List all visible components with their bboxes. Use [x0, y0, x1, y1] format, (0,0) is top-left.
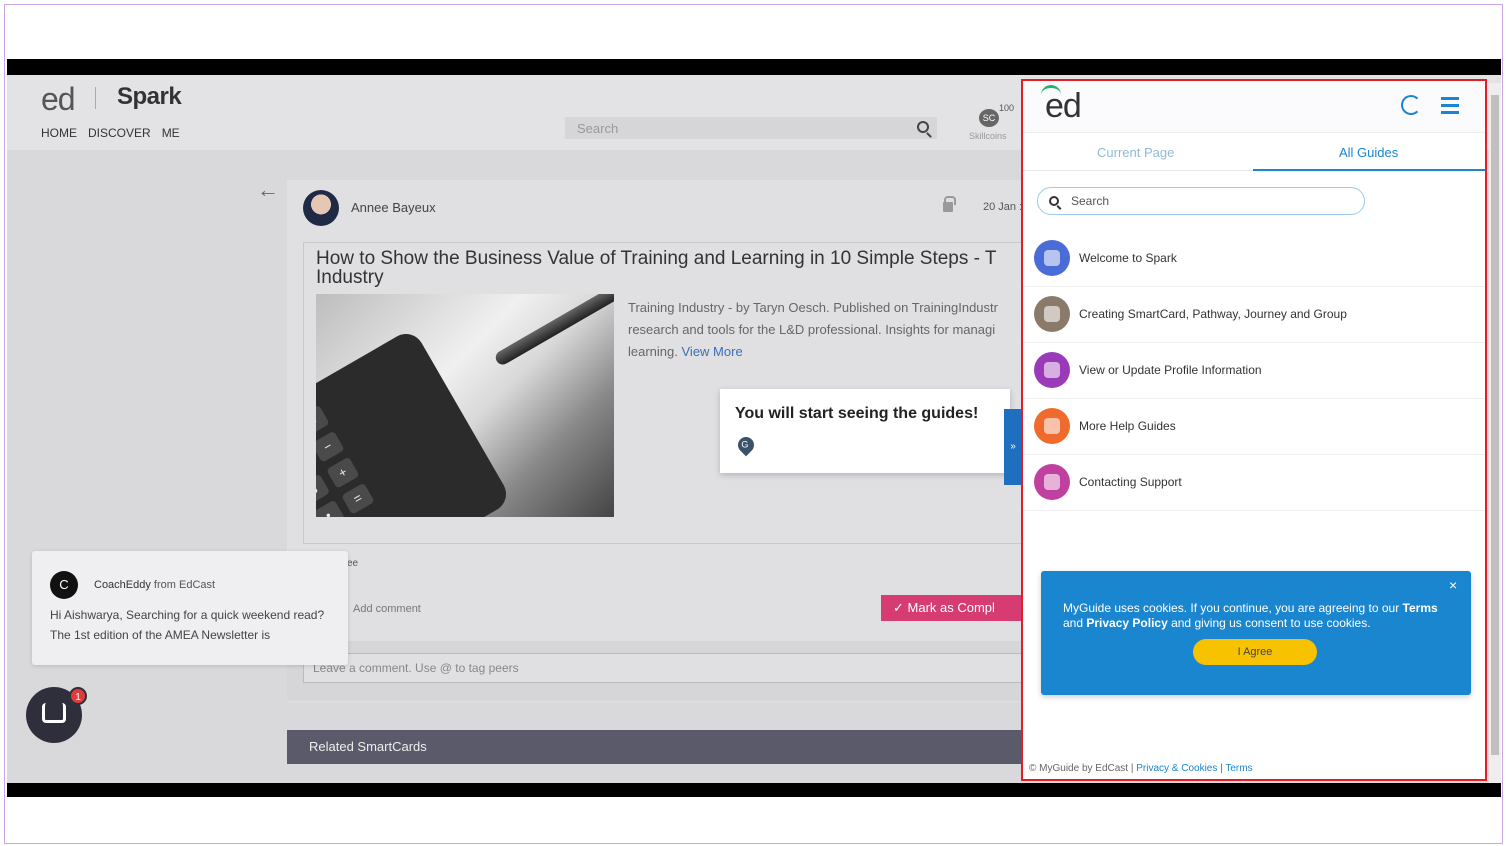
ed-logo[interactable]: ed — [41, 81, 76, 118]
comment-section: Leave a comment. Use @ to tag peers — [287, 641, 1027, 701]
chat-unread-badge: 1 — [69, 687, 87, 705]
agree-button[interactable]: I Agree — [1193, 639, 1317, 665]
refresh-icon[interactable] — [1401, 95, 1421, 115]
guide-item-welcome[interactable]: Welcome to Spark — [1023, 231, 1485, 287]
search-icon — [1049, 196, 1059, 206]
privacy-policy-link[interactable]: Privacy Policy — [1086, 616, 1167, 630]
guide-icon — [1034, 464, 1070, 500]
skillcoins-count: 100 — [999, 103, 1015, 113]
view-more-link[interactable]: View More — [682, 344, 743, 359]
skillcoins-icon: SC — [979, 109, 999, 127]
lock-icon — [943, 196, 956, 212]
chat-message-preview[interactable]: C CoachEddy from EdCast Hi Aishwarya, Se… — [32, 551, 348, 665]
coach-avatar: C — [50, 571, 78, 599]
guide-item-creating-smartcard[interactable]: Creating SmartCard, Pathway, Journey and… — [1023, 287, 1485, 343]
chat-sender-suffix: from EdCast — [150, 579, 216, 591]
chat-launcher-button[interactable]: 1 — [26, 687, 87, 743]
close-icon[interactable]: × — [1449, 577, 1457, 593]
chat-icon — [42, 703, 66, 723]
cookie-banner: × MyGuide uses cookies. If you continue,… — [1041, 571, 1471, 695]
video-letterbox-top — [7, 59, 1501, 75]
guide-label: More Help Guides — [1079, 419, 1176, 433]
screenshot-frame: ed Spark HOME DISCOVER ME Search SC 100 … — [4, 4, 1503, 844]
guide-list: Welcome to Spark Creating SmartCard, Pat… — [1023, 231, 1485, 511]
guide-label: Creating SmartCard, Pathway, Journey and… — [1079, 307, 1347, 321]
pen-illustration — [493, 294, 614, 368]
guide-search-input[interactable]: Search — [1037, 187, 1365, 215]
myguide-pin-icon: G — [734, 433, 758, 457]
search-placeholder: Search — [577, 121, 619, 136]
author-name[interactable]: Annee Bayeux — [351, 200, 436, 215]
panel-tabs: Current Page All Guides — [1023, 135, 1485, 171]
active-tab-indicator — [1253, 169, 1485, 171]
nav-me[interactable]: ME — [162, 126, 180, 140]
nav-home[interactable]: HOME — [41, 126, 77, 140]
card-description: Training Industry - by Taryn Oesch. Publ… — [628, 297, 1028, 363]
panel-footer: © MyGuide by EdCast | Privacy & Cookies … — [1029, 763, 1253, 774]
guide-label: View or Update Profile Information — [1079, 363, 1262, 377]
logo-separator — [95, 87, 96, 109]
terms-link[interactable]: Terms — [1225, 763, 1252, 774]
guide-icon — [1034, 408, 1070, 444]
chat-message-text: Hi Aishwarya, Searching for a quick week… — [50, 608, 325, 642]
tab-current-page[interactable]: Current Page — [1097, 145, 1174, 160]
spark-logo[interactable]: Spark — [117, 83, 182, 111]
panel-ed-logo: ed — [1045, 87, 1082, 125]
card-date: 20 Jan : — [983, 201, 1023, 213]
guide-icon — [1034, 240, 1070, 276]
scrollbar-thumb[interactable] — [1491, 95, 1499, 755]
chat-sender: CoachEddy from EdCast — [94, 579, 215, 591]
guide-item-more-help[interactable]: More Help Guides — [1023, 399, 1485, 455]
terms-link[interactable]: Terms — [1403, 601, 1438, 615]
guide-icon — [1034, 296, 1070, 332]
guide-item-profile[interactable]: View or Update Profile Information — [1023, 343, 1485, 399]
comment-input[interactable]: Leave a comment. Use @ to tag peers — [303, 653, 1027, 683]
skillcoins[interactable]: SC 100 Skillcoins — [967, 103, 1015, 145]
related-smartcards-header[interactable]: Related SmartCards — [287, 730, 1027, 764]
cookie-text: MyGuide uses cookies. If you continue, y… — [1063, 601, 1438, 630]
mark-as-complete-button[interactable]: ✓ Mark as Compl — [881, 595, 1027, 621]
author-avatar[interactable] — [303, 190, 339, 226]
calculator-illustration: + × 6 − 3 + • = — [316, 327, 513, 517]
card-thumbnail[interactable]: + × 6 − 3 + • = — [316, 294, 614, 517]
tooltip-text: You will start seeing the guides! — [735, 405, 979, 422]
card-meta-text: ee — [347, 558, 359, 569]
guide-icon — [1034, 352, 1070, 388]
back-arrow-icon[interactable]: ← — [257, 177, 279, 203]
card-title[interactable]: How to Show the Business Value of Traini… — [316, 249, 1028, 287]
guide-search-placeholder: Search — [1071, 194, 1110, 208]
footer-copyright: © MyGuide by EdCast — [1029, 763, 1129, 774]
video-letterbox-bottom — [7, 783, 1501, 797]
nav-discover[interactable]: DISCOVER — [88, 126, 151, 140]
guide-tooltip: You will start seeing the guides! G — [720, 389, 1010, 473]
panel-header: ed — [1023, 81, 1485, 133]
chat-sender-name: CoachEddy — [94, 579, 151, 591]
guide-item-contacting-support[interactable]: Contacting Support — [1023, 455, 1485, 511]
guide-label: Welcome to Spark — [1079, 251, 1177, 265]
guide-label: Contacting Support — [1079, 475, 1182, 489]
skillcoins-label: Skillcoins — [969, 131, 1007, 141]
guide-expand-tab[interactable]: » — [1004, 409, 1022, 485]
main-nav: HOME DISCOVER ME — [41, 126, 180, 140]
search-icon[interactable] — [917, 121, 929, 133]
privacy-cookies-link[interactable]: Privacy & Cookies — [1136, 763, 1217, 774]
tab-all-guides[interactable]: All Guides — [1339, 145, 1398, 160]
add-comment-link[interactable]: Add comment — [353, 603, 421, 615]
search-input[interactable]: Search — [565, 117, 937, 139]
hamburger-menu-icon[interactable] — [1441, 97, 1459, 114]
page-scrollbar[interactable] — [1489, 83, 1501, 783]
